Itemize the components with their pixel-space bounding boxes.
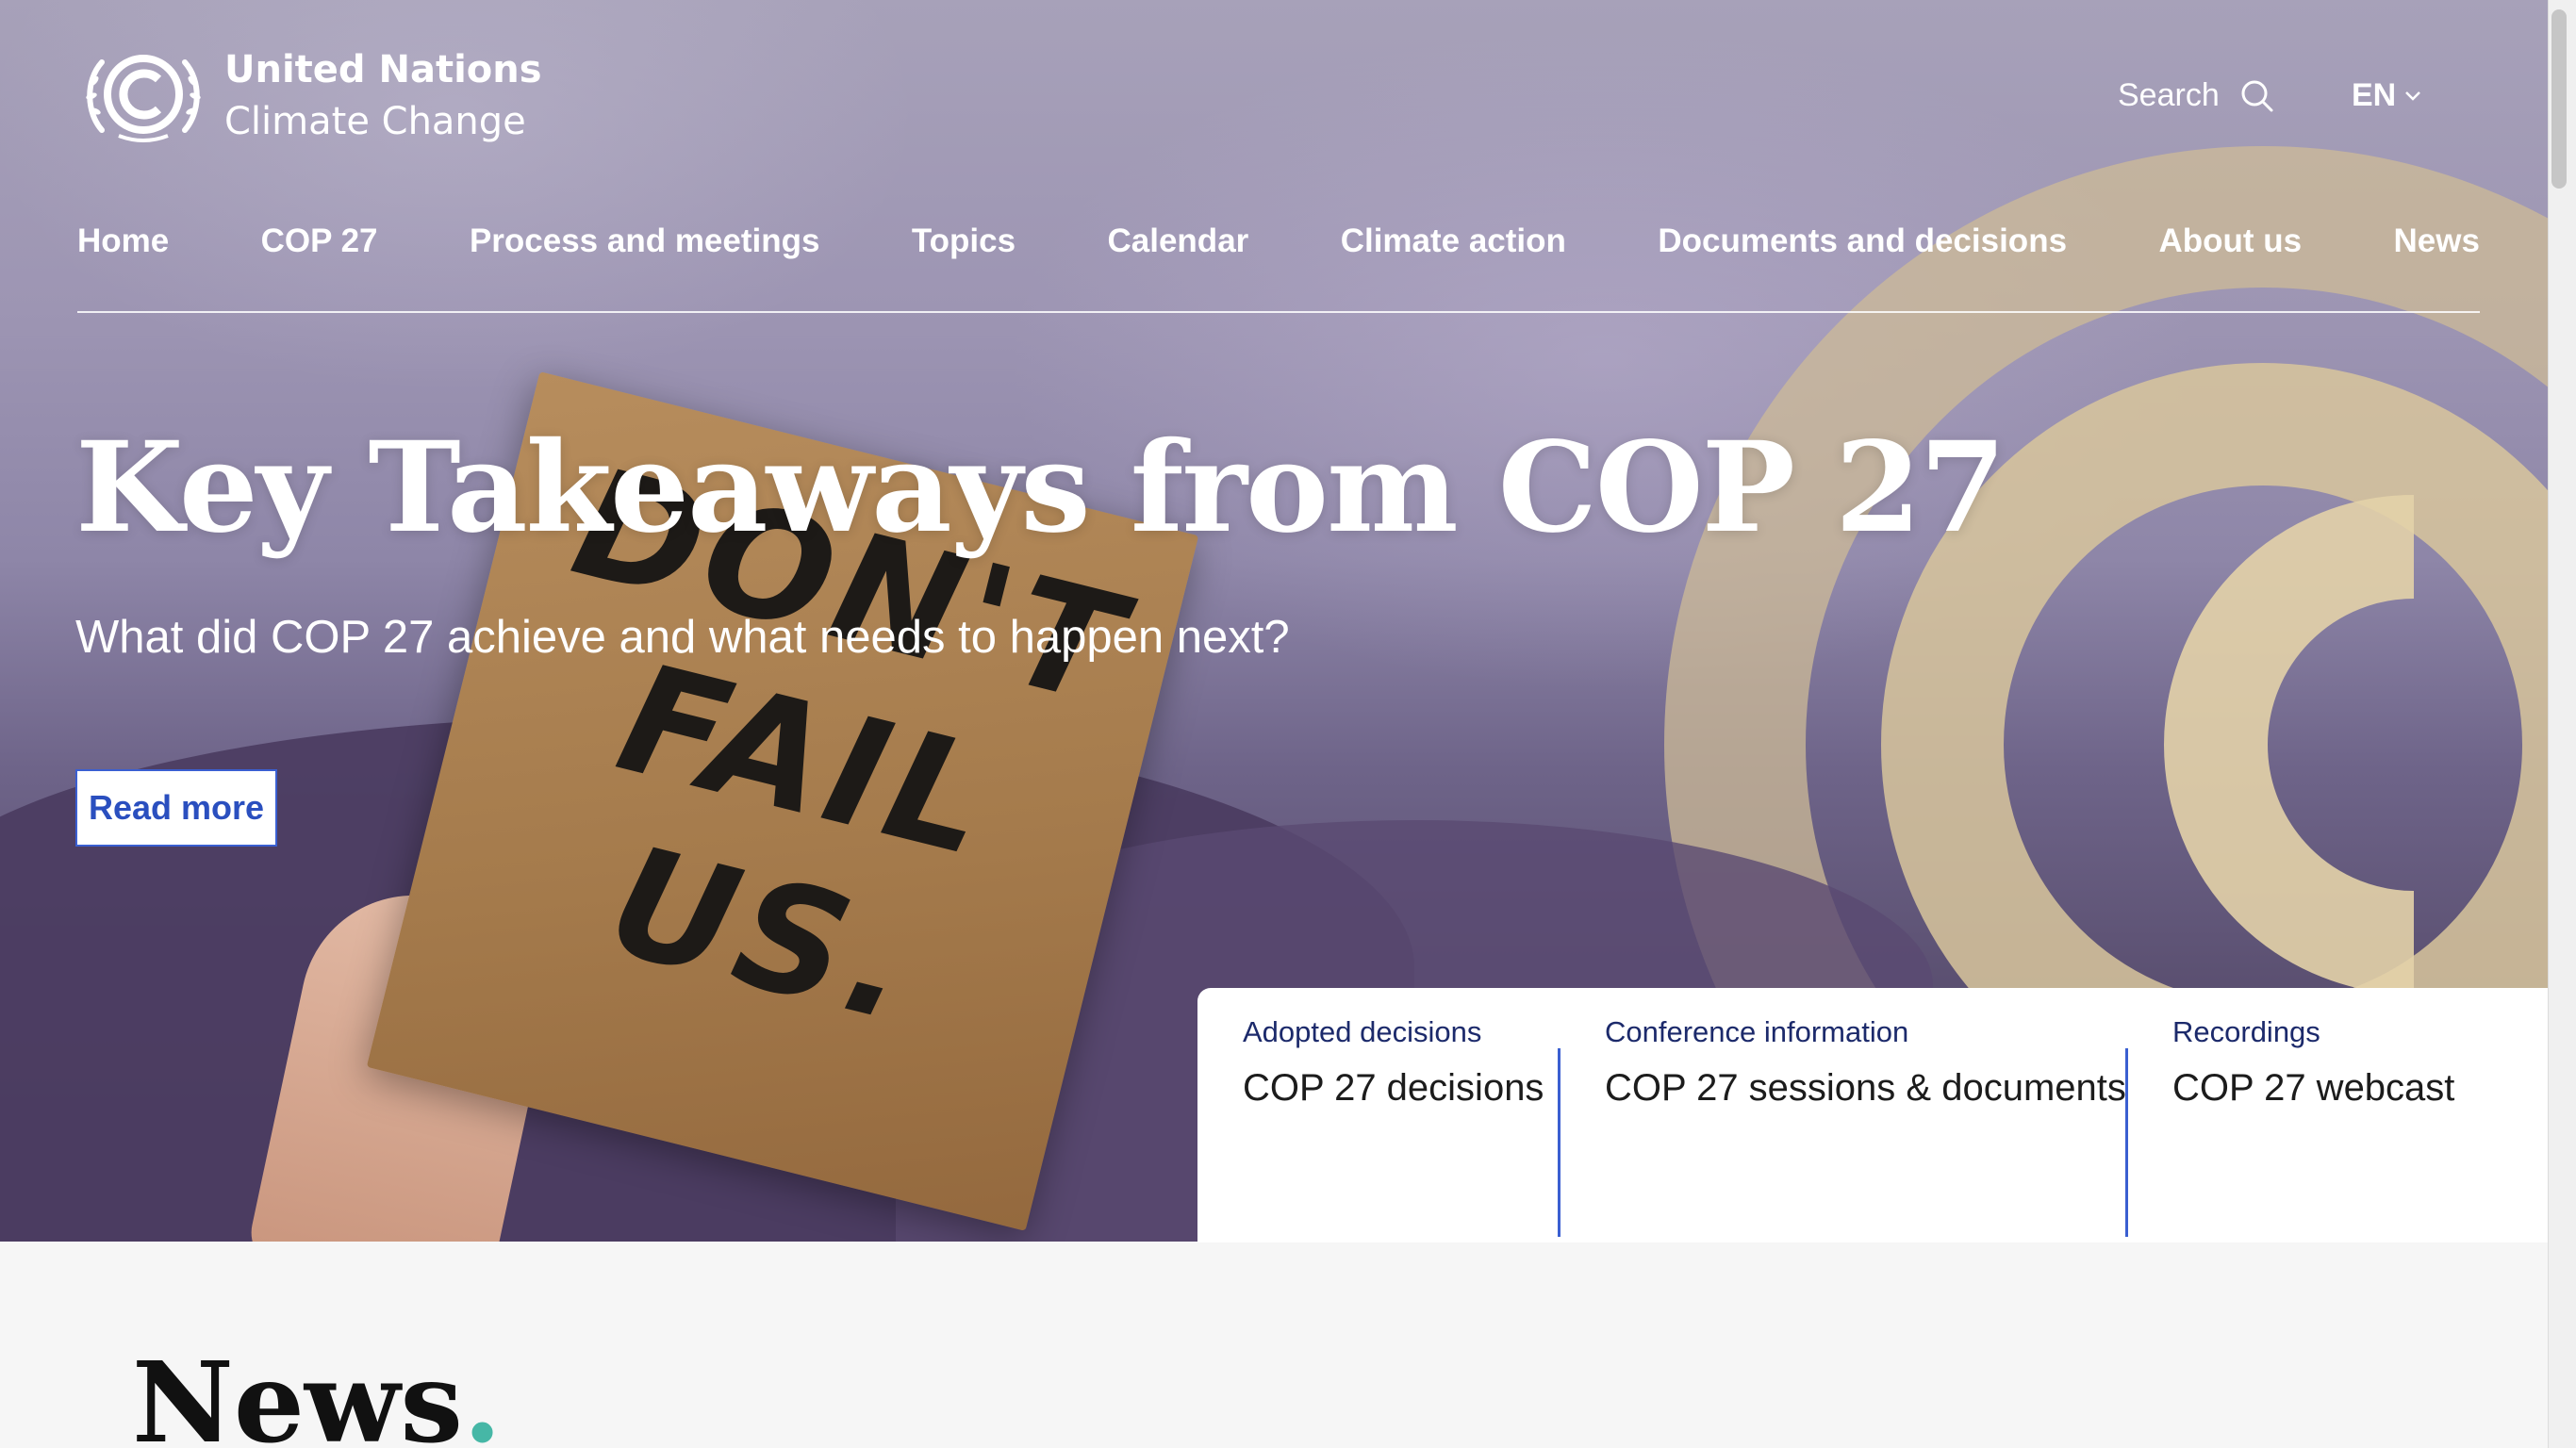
nav-divider (77, 311, 2480, 313)
search-icon (2241, 80, 2273, 111)
scrollbar-thumb[interactable] (2551, 9, 2567, 189)
quick-link-title: COP 27 decisions (1243, 1067, 1544, 1109)
quick-link-title: COP 27 sessions & documents (1605, 1067, 2126, 1109)
news-heading-dot: . (462, 1337, 503, 1448)
quick-link-divider (2125, 1048, 2128, 1237)
news-section-heading: News. (132, 1337, 502, 1448)
search-button[interactable]: Search (2118, 77, 2274, 114)
hero-title: Key Takeaways from COP 27 (75, 415, 2006, 561)
nav-item-calendar[interactable]: Calendar (1108, 222, 1249, 260)
site-logo[interactable]: United Nations Climate Change (81, 43, 542, 147)
nav-item-news[interactable]: News (2394, 222, 2480, 260)
nav-item-documents-and-decisions[interactable]: Documents and decisions (1658, 222, 2067, 260)
language-selector[interactable]: EN (2352, 77, 2422, 114)
quick-link-divider (1558, 1048, 1560, 1237)
quick-link-label: Adopted decisions (1243, 1015, 1482, 1048)
scrollbar-track[interactable] (2548, 0, 2576, 1448)
logo-line-climate-change: Climate Change (224, 100, 526, 143)
quick-link-label: Recordings (2172, 1015, 2320, 1048)
language-label: EN (2352, 77, 2397, 113)
logo-wordmark: United Nations Climate Change (224, 43, 542, 147)
news-heading-text: News (132, 1337, 463, 1448)
nav-item-cop27[interactable]: COP 27 (261, 222, 378, 260)
search-label: Search (2118, 77, 2220, 113)
un-climate-logo-icon (86, 55, 201, 142)
quick-link-sessions[interactable]: Conference information COP 27 sessions &… (1560, 988, 2127, 1242)
nav-item-topics[interactable]: Topics (912, 222, 1016, 260)
quick-link-title: COP 27 webcast (2172, 1067, 2455, 1109)
quick-links-card: Adopted decisions COP 27 decisions Confe… (1197, 988, 2548, 1242)
main-nav: Home COP 27 Process and meetings Topics … (77, 222, 2480, 260)
quick-link-decisions[interactable]: Adopted decisions COP 27 decisions (1197, 988, 1560, 1242)
quick-link-label: Conference information (1605, 1015, 1909, 1048)
chevron-down-icon (2405, 90, 2421, 101)
nav-item-process-and-meetings[interactable]: Process and meetings (470, 222, 820, 260)
quick-link-webcast[interactable]: Recordings COP 27 webcast (2127, 988, 2548, 1242)
nav-item-about-us[interactable]: About us (2158, 222, 2302, 260)
nav-item-home[interactable]: Home (77, 222, 169, 260)
hero-subtitle: What did COP 27 achieve and what needs t… (75, 612, 1290, 663)
nav-item-climate-action[interactable]: Climate action (1341, 222, 1566, 260)
read-more-button[interactable]: Read more (75, 769, 277, 847)
logo-line-united-nations: United Nations (224, 48, 542, 91)
